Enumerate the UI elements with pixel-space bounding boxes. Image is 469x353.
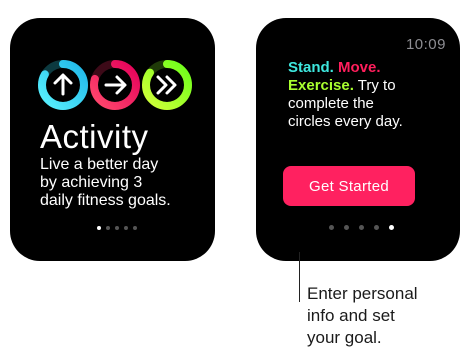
exercise-ring [142, 60, 192, 110]
move-ring [90, 60, 140, 110]
arrow-right-icon [104, 75, 127, 95]
stand-ring [38, 60, 88, 110]
intro-line-2-rest: Try to [353, 77, 396, 94]
callout-line: your goal. [307, 328, 382, 347]
page-dot[interactable] [374, 225, 379, 230]
page-dot[interactable] [115, 226, 119, 230]
word-exercise: Exercise. [288, 77, 354, 94]
word-stand: Stand. [288, 59, 334, 76]
tagline-line: Live a better day [40, 156, 159, 173]
page-dot[interactable] [344, 225, 349, 230]
intro-line-3: complete the [288, 95, 374, 112]
activity-rings [38, 60, 192, 110]
callout-leader-line [299, 252, 300, 302]
get-started-button[interactable]: Get Started [283, 166, 415, 206]
app-title: Activity [40, 118, 149, 155]
callout-line: Enter personal [307, 284, 418, 303]
status-time: 10:09 [405, 36, 446, 53]
page-dot-active[interactable] [389, 225, 394, 230]
callout-line: info and set [307, 306, 395, 325]
word-move: Move. [338, 59, 381, 76]
intro-text: Stand. Move. Exercise. Try to complete t… [288, 59, 453, 131]
page-dot-active[interactable] [97, 226, 101, 230]
arrow-up-icon [53, 73, 73, 96]
page-indicator[interactable] [329, 225, 394, 230]
callout-text: Enter personal info and set your goal. [307, 283, 418, 349]
tagline-line: daily fitness goals. [40, 192, 171, 209]
tagline-line: by achieving 3 [40, 174, 143, 191]
watch-screen-activity-intro: Activity Live a better day by achieving … [10, 18, 215, 261]
page-dot[interactable] [106, 226, 110, 230]
page-dot[interactable] [329, 225, 334, 230]
watch-screen-get-started: 10:09 Stand. Move. Exercise. Try to comp… [256, 18, 460, 261]
double-chevron-right-icon [156, 75, 177, 95]
page-dot[interactable] [124, 226, 128, 230]
app-tagline: Live a better day by achieving 3 daily f… [40, 156, 210, 210]
page-indicator[interactable] [97, 226, 137, 230]
page-dot[interactable] [133, 226, 137, 230]
intro-line-4: circles every day. [288, 113, 403, 130]
page-dot[interactable] [359, 225, 364, 230]
